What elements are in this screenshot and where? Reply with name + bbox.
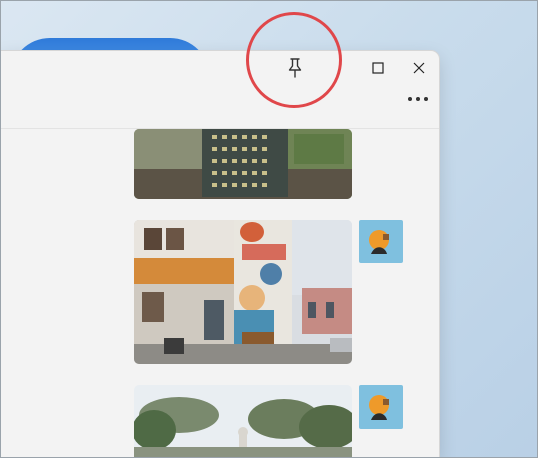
- stone-monument-image: [134, 129, 352, 199]
- maximize-button[interactable]: [358, 51, 398, 85]
- pin-button[interactable]: [275, 51, 315, 85]
- pin-icon: [288, 58, 302, 78]
- title-bar[interactable]: [0, 51, 439, 85]
- trees-statue-photo[interactable]: [134, 385, 352, 458]
- orange-fruit-image: [359, 220, 403, 263]
- close-icon: [413, 62, 425, 74]
- more-horizontal-icon: [408, 97, 428, 101]
- stone-monument-photo[interactable]: [134, 129, 352, 199]
- trees-statue-image: [134, 385, 352, 458]
- close-button[interactable]: [399, 51, 439, 85]
- orange-fruit-thumbnail[interactable]: [359, 220, 403, 263]
- more-options-button[interactable]: [403, 87, 433, 111]
- mural-building-photo[interactable]: [134, 220, 352, 364]
- orange-fruit-thumbnail[interactable]: [359, 385, 403, 429]
- maximize-icon: [372, 62, 384, 74]
- photos-viewer-window: [0, 51, 439, 458]
- orange-fruit-image: [359, 385, 403, 429]
- mural-building-image: [134, 220, 352, 364]
